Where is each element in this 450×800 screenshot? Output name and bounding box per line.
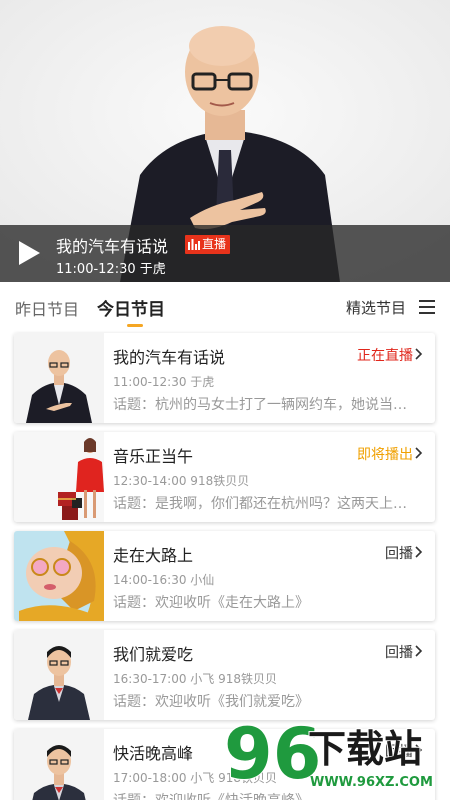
program-topic: 话题：杭州的马女士打了一辆网约车，她说当…: [113, 397, 407, 413]
live-badge-label: 直播: [202, 237, 227, 251]
site-watermark-logo: 96 下载站 WWW.96XZ.COM: [223, 712, 433, 796]
program-status[interactable]: 回播: [385, 642, 413, 662]
program-status[interactable]: 回播: [385, 543, 413, 563]
chevron-right-icon: [415, 348, 423, 360]
program-thumbnail: [14, 432, 104, 522]
program-time-host: 16:30-17:00 小飞 918铁贝贝: [113, 672, 278, 686]
program-thumbnail: [14, 729, 104, 800]
program-thumbnail: [14, 333, 104, 423]
chevron-right-icon: [415, 447, 423, 459]
menu-icon[interactable]: [419, 300, 435, 314]
tab-yesterday[interactable]: 昨日节目: [15, 296, 79, 320]
program-time-host: 14:00-16:30 小仙: [113, 573, 215, 587]
play-icon[interactable]: [16, 239, 42, 267]
chevron-right-icon: [415, 645, 423, 657]
program-thumbnail: [14, 531, 104, 621]
live-bars-icon: [188, 239, 200, 250]
chevron-right-icon: [415, 546, 423, 558]
program-status[interactable]: 正在直播: [357, 345, 413, 365]
active-tab-indicator: [127, 324, 143, 327]
program-time-host: 12:30-14:00 918铁贝贝: [113, 474, 250, 488]
hero-banner[interactable]: 我的汽车有话说 直播 11:00-12:30 于虎: [0, 0, 450, 282]
watermark-url: WWW.96XZ.COM: [310, 775, 433, 790]
live-badge: 直播: [185, 235, 231, 254]
program-topic: 话题：是我啊，你们都还在杭州吗？这两天上…: [113, 496, 407, 512]
program-status[interactable]: 即将播出: [357, 444, 413, 464]
program-title: 我的汽车有话说: [113, 348, 226, 367]
watermark-text: 下载站: [308, 727, 422, 771]
program-card[interactable]: 我们就爱吃 回播 16:30-17:00 小飞 918铁贝贝 话题：欢迎收听《我…: [14, 630, 435, 720]
program-card[interactable]: 我的汽车有话说 正在直播 11:00-12:30 于虎 话题：杭州的马女士打了一…: [14, 333, 435, 423]
tab-selected-programs[interactable]: 精选节目: [346, 297, 406, 318]
watermark-number: 96: [224, 713, 321, 795]
program-thumbnail: [14, 630, 104, 720]
now-playing-bar[interactable]: 我的汽车有话说 直播 11:00-12:30 于虎: [0, 225, 450, 282]
program-topic: 话题：欢迎收听《走在大路上》: [113, 595, 309, 611]
now-playing-title: 我的汽车有话说: [56, 237, 169, 256]
program-title: 快活晚高峰: [113, 744, 194, 763]
program-title: 我们就爱吃: [113, 645, 194, 664]
program-title: 走在大路上: [113, 546, 194, 565]
program-tabs: 昨日节目 今日节目 精选节目: [0, 282, 450, 330]
now-playing-subtitle: 11:00-12:30 于虎: [56, 262, 166, 277]
program-card[interactable]: 音乐正当午 即将播出 12:30-14:00 918铁贝贝 话题：是我啊，你们都…: [14, 432, 435, 522]
program-title: 音乐正当午: [113, 447, 194, 466]
program-card[interactable]: 走在大路上 回播 14:00-16:30 小仙 话题：欢迎收听《走在大路上》: [14, 531, 435, 621]
tab-today[interactable]: 今日节目: [97, 295, 165, 320]
program-time-host: 11:00-12:30 于虎: [113, 375, 215, 389]
program-topic: 话题：欢迎收听《我们就爱吃》: [113, 694, 309, 710]
